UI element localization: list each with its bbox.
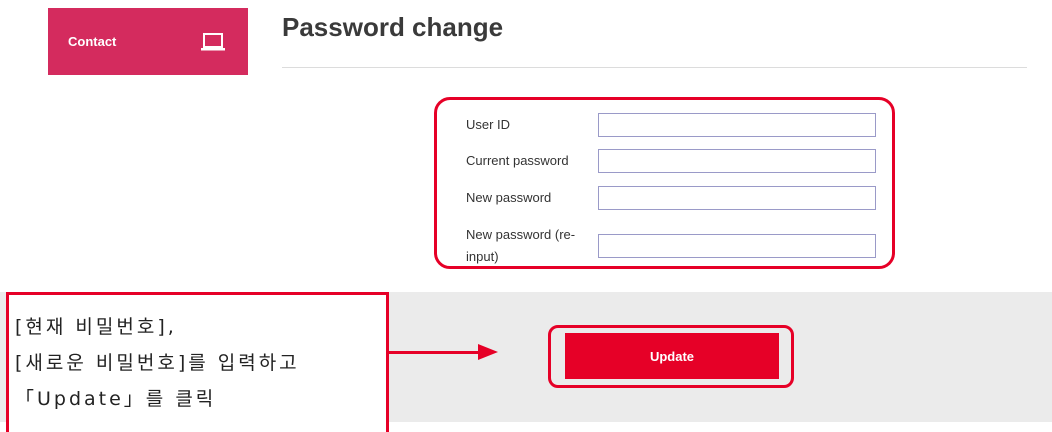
laptop-icon	[201, 32, 225, 50]
page-title: Password change	[282, 12, 504, 42]
arrow-right-icon	[478, 344, 498, 360]
instruction-callout: [현재 비밀번호], [새로운 비밀번호]를 입력하고 「Update」를 클릭	[6, 292, 389, 432]
new-password-reinput-label: New password (re- input)	[466, 224, 594, 268]
new-password-field[interactable]	[598, 186, 876, 210]
new-password-label: New password	[466, 190, 552, 205]
title-divider	[282, 67, 1027, 68]
new-password-reinput-field[interactable]	[598, 234, 876, 258]
label-line: New password (re-	[466, 227, 576, 242]
user-id-field[interactable]	[598, 113, 876, 137]
instruction-line: 「Update」를 클릭	[15, 388, 217, 410]
sidebar-item-contact[interactable]: Contact	[48, 8, 248, 75]
user-id-label: User ID	[466, 117, 511, 132]
current-password-label: Current password	[466, 153, 569, 168]
update-button[interactable]: Update	[565, 333, 779, 379]
instruction-line: [현재 비밀번호],	[15, 316, 177, 338]
label-line: input)	[466, 249, 499, 264]
instruction-line: [새로운 비밀번호]를 입력하고	[15, 352, 300, 374]
callout-arrow-line	[389, 351, 479, 354]
current-password-field[interactable]	[598, 149, 876, 173]
sidebar-item-label: Contact	[68, 34, 117, 49]
